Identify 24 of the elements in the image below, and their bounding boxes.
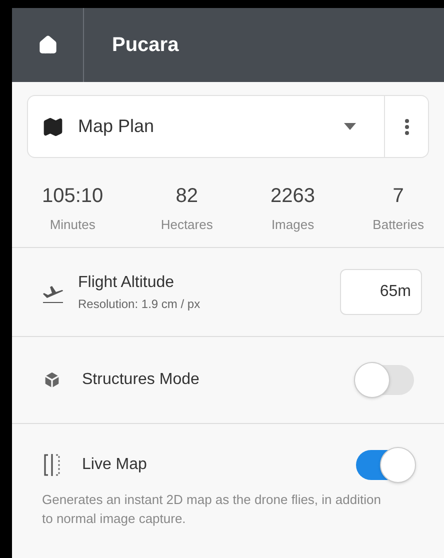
altitude-field[interactable]: 65m bbox=[340, 268, 422, 314]
setting-label: Structures Mode bbox=[82, 370, 200, 390]
takeoff-icon bbox=[42, 284, 64, 304]
plan-name: Map Plan bbox=[78, 115, 156, 138]
project-title: Pucara bbox=[112, 33, 179, 58]
stat-value: 7 bbox=[392, 184, 404, 209]
stat-label: Images bbox=[271, 216, 314, 234]
stat-label: Minutes bbox=[50, 216, 96, 234]
resolution-text: Resolution: 1.9 cm / px bbox=[78, 296, 202, 312]
cube-icon bbox=[42, 370, 62, 390]
stat-label: Batteries bbox=[372, 216, 424, 234]
map-icon bbox=[42, 116, 64, 138]
stat-label: Hectares bbox=[160, 216, 213, 234]
setting-label: Live Map bbox=[82, 454, 148, 474]
dropdown-caret-icon bbox=[344, 123, 356, 130]
stat-value: 82 bbox=[176, 184, 198, 209]
stat-value: 105:10 bbox=[42, 184, 104, 209]
setting-description: Generates an instant 2D map as the drone flies, in addition to normal image capture. bbox=[42, 490, 382, 528]
setting-label: Flight Altitude bbox=[78, 272, 176, 292]
more-icon bbox=[404, 118, 408, 134]
home-icon bbox=[38, 35, 58, 55]
split-map-icon bbox=[42, 452, 62, 476]
stat-value: 2263 bbox=[270, 184, 316, 209]
plan-selector[interactable]: Map Plan bbox=[27, 95, 429, 158]
